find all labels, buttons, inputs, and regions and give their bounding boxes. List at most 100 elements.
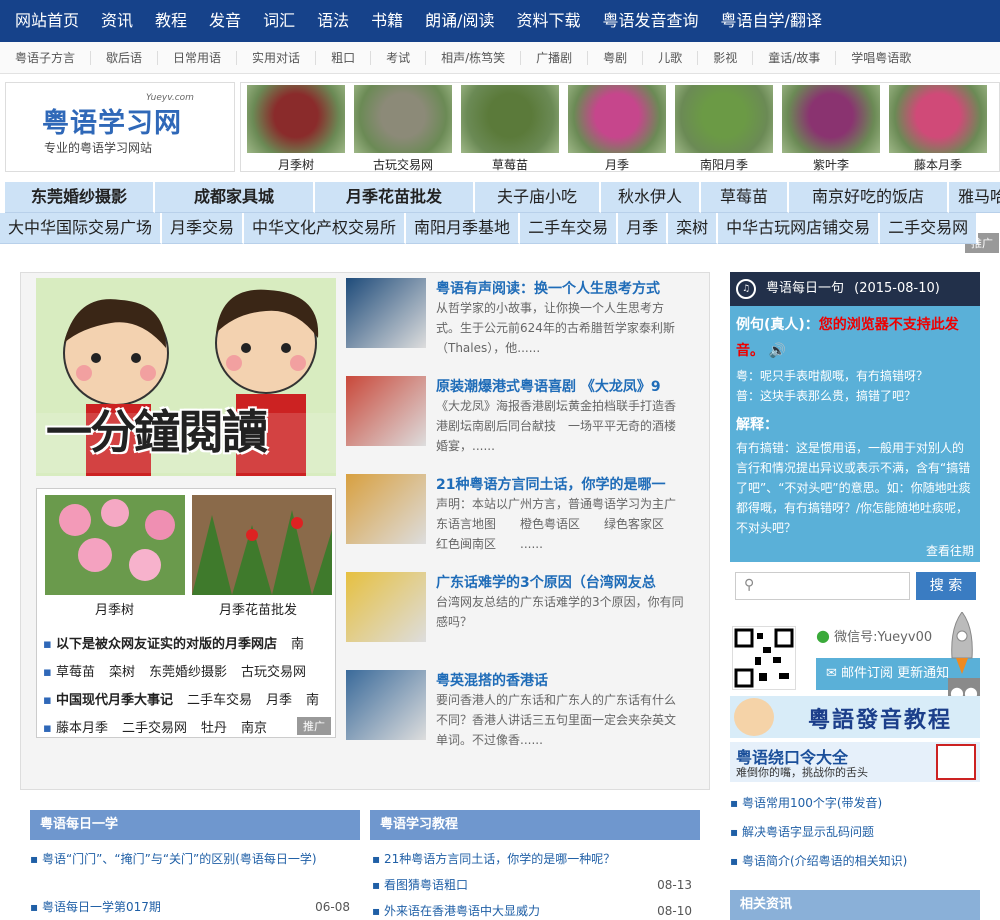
keyword-link[interactable]: 中华文化产权交易所 [244, 213, 407, 244]
flower-ad-2[interactable] [192, 495, 332, 595]
keyword-link[interactable]: 秋水伊人 [601, 182, 701, 213]
subnav-item[interactable]: 童话/故事 [753, 50, 837, 65]
search-button[interactable]: 搜 索 [916, 572, 976, 600]
article-title[interactable]: 看图猜粤语粗口 [384, 878, 468, 892]
keyword-link[interactable]: 成都家具城 [155, 182, 315, 213]
more-link[interactable]: 查看往期 [926, 542, 974, 559]
nav-item[interactable]: 资料下载 [506, 0, 592, 42]
subnav-item[interactable]: 学唱粤语歌 [836, 51, 926, 65]
right-link-text[interactable]: 粤语常用100个字(带发音) [742, 796, 882, 810]
keyword-link[interactable]: 月季花苗批发 [315, 182, 475, 213]
ad-link[interactable]: 以下是被众网友证实的对版的月季网店 [56, 637, 277, 652]
subnav-item[interactable]: 相声/栋笃笑 [426, 50, 522, 65]
news-title[interactable]: 粤英混搭的香港话 [436, 670, 548, 690]
right-link[interactable]: ▪ 解决粤语字显示乱码问题 [730, 823, 874, 840]
keyword-link[interactable]: 东莞婚纱摄影 [5, 182, 155, 213]
tongue-twister-banner[interactable]: 粤语绕口令大全 难倒你的嘴，挑战你的舌头 [730, 742, 980, 782]
site-logo[interactable]: Yueyv.com 粤语学习网 专业的粤语学习网站 [5, 82, 235, 172]
news-title[interactable]: 原装潮爆港式粤语喜剧 《大龙凤》9 [436, 376, 661, 396]
article-title[interactable]: 粤语每日一学第017期 [42, 900, 161, 914]
flower-ad-1[interactable] [45, 495, 185, 595]
ad-link[interactable]: 月季 [266, 693, 292, 708]
flower-label-2[interactable]: 月季花苗批发 [219, 599, 297, 618]
ad-image-item[interactable]: 南阳月季 [675, 85, 773, 172]
subnav-item[interactable]: 实用对话 [237, 50, 317, 65]
article-link[interactable]: ▪ 21种粤语方言同土话，你学的是哪一种呢？ [372, 850, 692, 868]
keyword-link[interactable]: 二手车交易 [520, 213, 619, 244]
article-link[interactable]: ▪ 外来语在香港粤语中大显威力 08-10 [372, 902, 692, 920]
nav-item[interactable]: 发音 [198, 0, 252, 42]
ad-image-item[interactable]: 藤本月季 [889, 85, 987, 172]
keyword-link[interactable]: 大中华国际交易广场 [0, 213, 163, 244]
article-link[interactable]: ▪ 粤语每日一学第017期 06-08 [30, 898, 350, 916]
news-item[interactable]: 原装潮爆港式粤语喜剧 《大龙凤》9 《大龙凤》海报香港剧坛黄金拍档联手打造香港剧坛… [346, 376, 696, 456]
search-input[interactable]: ⚲ [735, 572, 910, 600]
nav-item[interactable]: 词汇 [252, 0, 306, 42]
nav-item[interactable]: 粤语自学/翻译 [710, 0, 833, 42]
nav-item[interactable]: 教程 [144, 0, 198, 42]
ad-image-item[interactable]: 月季 [568, 85, 666, 172]
keyword-link[interactable]: 南阳月季基地 [406, 213, 521, 244]
news-title[interactable]: 21种粤语方言同土话，你学的是哪一 [436, 474, 665, 494]
right-link-text[interactable]: 解决粤语字显示乱码问题 [742, 825, 874, 839]
keyword-link[interactable]: 月季 [618, 213, 669, 244]
article-title[interactable]: 粤语“门门”、“掩门”与“关门”的区别(粤语每日一学) [42, 852, 317, 866]
ad-link[interactable]: 二手车交易 [187, 693, 252, 708]
news-item[interactable]: 广东话难学的3个原因（台湾网友总 台湾网友总结的广东话难学的3个原因，你有同感吗？ [346, 572, 696, 652]
ad-image-item[interactable]: 月季树 [247, 85, 345, 172]
right-link[interactable]: ▪ 粤语常用100个字(带发音) [730, 794, 882, 811]
keyword-link[interactable]: 草莓苗 [701, 182, 789, 213]
ad-image-item[interactable]: 古玩交易网 [354, 85, 452, 172]
article-link[interactable]: ▪ 看图猜粤语粗口 08-13 [372, 876, 692, 894]
flower-label-1[interactable]: 月季树 [95, 599, 134, 618]
keyword-link[interactable]: 栾树 [668, 213, 719, 244]
subnav-item[interactable]: 粤语子方言 [0, 50, 92, 65]
subnav-item[interactable]: 歇后语 [91, 50, 159, 65]
ad-link[interactable]: 南京 [241, 721, 267, 736]
subnav-item[interactable]: 儿歌 [643, 50, 699, 65]
news-item[interactable]: 粤语有声阅读：换一个人生思考方式 从哲学家的小故事，让你换一个人生思考方式。生于公… [346, 278, 696, 358]
rocket-icon[interactable] [948, 611, 976, 676]
nav-item[interactable]: 书籍 [360, 0, 414, 42]
nav-item[interactable]: 语法 [306, 0, 360, 42]
right-link-text[interactable]: 粤语简介(介绍粤语的相关知识) [742, 854, 907, 868]
ad-image-item[interactable]: 紫叶李 [782, 85, 880, 172]
ad-link[interactable]: 南 [291, 637, 304, 652]
feature-image[interactable]: 一分鐘閱讀 [36, 278, 336, 476]
speaker-icon[interactable]: 🔊 [769, 343, 786, 359]
news-title[interactable]: 粤语有声阅读：换一个人生思考方式 [436, 278, 660, 298]
keyword-link[interactable]: 夫子庙小吃 [475, 182, 601, 213]
subnav-item[interactable]: 粗口 [316, 50, 372, 65]
keyword-link[interactable]: 雅马哈钢琴 [949, 182, 1000, 213]
nav-item[interactable]: 朗诵/阅读 [414, 0, 505, 42]
right-link[interactable]: ▪ 粤语简介(介绍粤语的相关知识) [730, 852, 907, 869]
subnav-item[interactable]: 日常用语 [158, 50, 238, 65]
subnav-item[interactable]: 粤剧 [588, 50, 644, 65]
ad-link[interactable]: 中国现代月季大事记 [56, 693, 173, 708]
nav-item[interactable]: 资讯 [90, 0, 144, 42]
subnav-item[interactable]: 影视 [698, 50, 754, 65]
nav-item[interactable]: 粤语发音查询 [592, 0, 710, 42]
subnav-item[interactable]: 广播剧 [521, 50, 589, 65]
ad-link[interactable]: 栾树 [109, 665, 135, 680]
article-link[interactable]: ▪ 粤语“门门”、“掩门”与“关门”的区别(粤语每日一学) [30, 850, 350, 868]
keyword-link[interactable]: 南京好吃的饭店 [789, 182, 949, 213]
ad-link[interactable]: 藤本月季 [56, 721, 108, 736]
keyword-link[interactable]: 月季交易 [162, 213, 245, 244]
ad-link[interactable]: 牡丹 [201, 721, 227, 736]
ad-link[interactable]: 古玩交易网 [241, 665, 306, 680]
nav-item[interactable]: 网站首页 [4, 0, 90, 42]
pronunciation-banner[interactable]: 粵語發音教程 [730, 696, 980, 738]
keyword-link[interactable]: 中华古玩网店铺交易 [718, 213, 881, 244]
news-item[interactable]: 21种粤语方言同土话，你学的是哪一 声明：本站以广州方言，普通粤语学习为主广东语言… [346, 474, 696, 554]
ad-link[interactable]: 东莞婚纱摄影 [149, 665, 227, 680]
ad-link[interactable]: 草莓苗 [56, 665, 95, 680]
ad-link[interactable]: 南 [306, 693, 319, 708]
article-title[interactable]: 21种粤语方言同土话，你学的是哪一种呢？ [384, 852, 615, 866]
news-item[interactable]: 粤英混搭的香港话 要问香港人的广东话和广东人的广东话有什么不同？香港人讲话三五句里… [346, 670, 696, 750]
article-title[interactable]: 外来语在香港粤语中大显威力 [384, 904, 540, 918]
ad-image-item[interactable]: 草莓苗 [461, 85, 559, 172]
news-title[interactable]: 广东话难学的3个原因（台湾网友总 [436, 572, 656, 592]
ad-link[interactable]: 二手交易网 [122, 721, 187, 736]
subnav-item[interactable]: 考试 [371, 50, 427, 65]
